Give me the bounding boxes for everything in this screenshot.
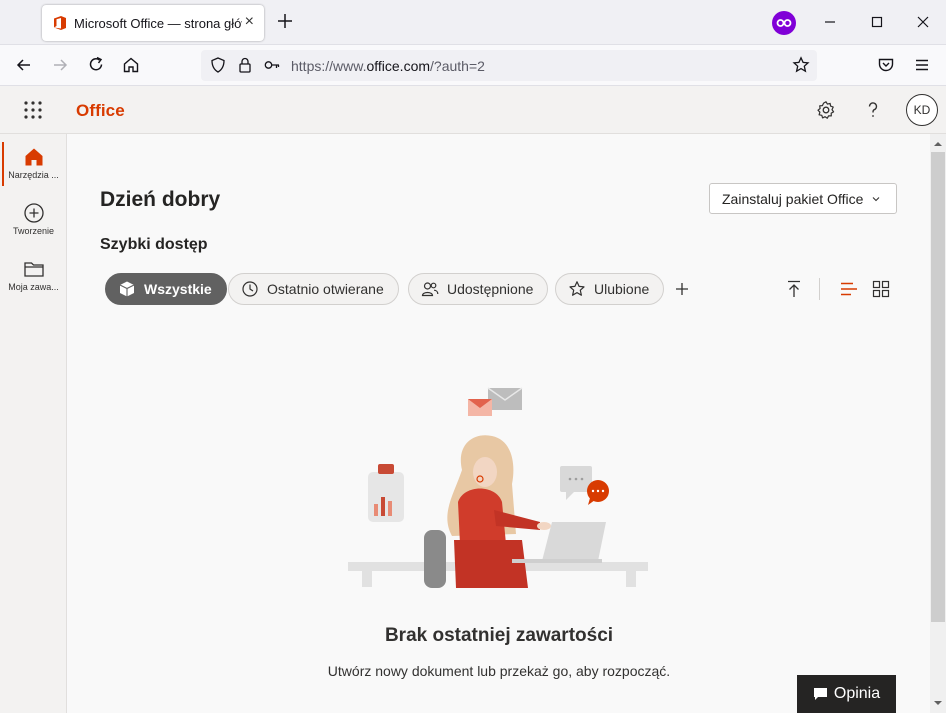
empty-state-illustration bbox=[348, 387, 648, 588]
office-brand-link[interactable]: Office bbox=[76, 101, 125, 121]
home-icon[interactable] bbox=[121, 55, 141, 75]
plus-circle-icon bbox=[23, 203, 44, 223]
url-path: /?auth=2 bbox=[430, 58, 485, 74]
scroll-down-icon[interactable] bbox=[933, 698, 943, 708]
forward-icon[interactable] bbox=[50, 55, 70, 75]
url-scheme: https://www. bbox=[291, 58, 367, 74]
feedback-comment-icon bbox=[813, 688, 827, 700]
user-avatar[interactable]: KD bbox=[906, 94, 938, 126]
vertical-scrollbar[interactable] bbox=[930, 134, 946, 713]
browser-tab-strip: Microsoft Office — strona główna × bbox=[0, 0, 946, 45]
filter-recent-label: Ostatnio otwierane bbox=[267, 281, 384, 297]
tab-title: Microsoft Office — strona główna bbox=[74, 15, 242, 31]
empty-state-title: Brak ostatniej zawartości bbox=[384, 625, 614, 646]
filter-all[interactable]: Wszystkie bbox=[105, 273, 227, 305]
office-favicon-icon bbox=[54, 16, 66, 30]
feedback-label: Opinia bbox=[833, 685, 881, 702]
rail-item-home[interactable]: Narzędzia ... bbox=[0, 138, 67, 190]
browser-tab[interactable]: Microsoft Office — strona główna × bbox=[42, 5, 264, 41]
cube-icon bbox=[119, 281, 135, 297]
rail-item-my-content[interactable]: Moja zawa... bbox=[0, 250, 67, 302]
app-launcher-icon[interactable] bbox=[24, 101, 42, 119]
page-title: Dzień dobry bbox=[100, 188, 221, 211]
tab-close-icon[interactable]: × bbox=[245, 14, 254, 30]
back-icon[interactable] bbox=[14, 55, 34, 75]
list-view-icon[interactable] bbox=[839, 279, 859, 299]
settings-gear-icon[interactable] bbox=[816, 100, 836, 120]
url-host: office.com bbox=[366, 58, 431, 74]
rail-label-my-content: Moja zawa... bbox=[8, 282, 59, 292]
people-icon bbox=[421, 282, 439, 297]
filter-shared[interactable]: Udostępnione bbox=[408, 273, 549, 305]
close-window-icon[interactable] bbox=[913, 12, 933, 32]
url-text: https://www.office.com/?auth=2 bbox=[291, 58, 485, 74]
grid-view-icon[interactable] bbox=[871, 279, 891, 299]
upload-icon[interactable] bbox=[784, 279, 804, 299]
home-icon bbox=[25, 148, 42, 166]
filter-favorites-label: Ulubione bbox=[594, 281, 650, 297]
quick-access-heading: Szybki dostęp bbox=[100, 236, 208, 253]
help-icon[interactable] bbox=[863, 100, 883, 120]
minimize-icon[interactable] bbox=[820, 12, 840, 32]
filter-all-label: Wszystkie bbox=[144, 281, 212, 297]
chevron-down-icon bbox=[872, 196, 880, 201]
rail-label-create: Tworzenie bbox=[12, 226, 55, 236]
private-browsing-icon bbox=[772, 11, 796, 35]
clock-icon bbox=[242, 281, 258, 297]
address-bar[interactable]: https://www.office.com/?auth=2 bbox=[201, 50, 817, 81]
folder-icon bbox=[23, 262, 44, 277]
new-tab-icon[interactable] bbox=[275, 11, 295, 31]
bookmark-star-icon[interactable] bbox=[792, 56, 810, 74]
filter-shared-label: Udostępnione bbox=[447, 281, 534, 297]
reload-icon[interactable] bbox=[86, 55, 106, 75]
scroll-thumb[interactable] bbox=[931, 152, 945, 622]
install-office-button[interactable]: Zainstaluj pakiet Office bbox=[709, 183, 897, 214]
rail-label-home: Narzędzia ... bbox=[8, 170, 59, 180]
main-content: Dzień dobry Zainstaluj pakiet Office Szy… bbox=[68, 134, 930, 713]
rail-item-create[interactable]: Tworzenie bbox=[0, 194, 67, 246]
menu-icon[interactable] bbox=[912, 55, 932, 75]
filter-favorites[interactable]: Ulubione bbox=[555, 273, 665, 305]
star-icon bbox=[569, 281, 585, 296]
key-icon[interactable] bbox=[263, 56, 281, 74]
add-filter-icon[interactable] bbox=[673, 280, 691, 298]
feedback-button[interactable]: Opinia bbox=[797, 675, 896, 713]
tracking-shield-icon[interactable] bbox=[209, 56, 227, 74]
left-navigation: Narzędzia ... Tworzenie Moja zawa... bbox=[0, 134, 67, 713]
toolbar-divider bbox=[819, 278, 820, 300]
install-office-label: Zainstaluj pakiet Office bbox=[722, 190, 864, 207]
app-header: Office KD bbox=[0, 86, 946, 134]
browser-toolbar: https://www.office.com/?auth=2 bbox=[0, 45, 946, 86]
scroll-up-icon[interactable] bbox=[933, 139, 943, 149]
lock-icon[interactable] bbox=[236, 56, 254, 74]
maximize-icon[interactable] bbox=[867, 12, 887, 32]
filter-recent[interactable]: Ostatnio otwierane bbox=[228, 273, 399, 305]
pocket-icon[interactable] bbox=[876, 55, 896, 75]
